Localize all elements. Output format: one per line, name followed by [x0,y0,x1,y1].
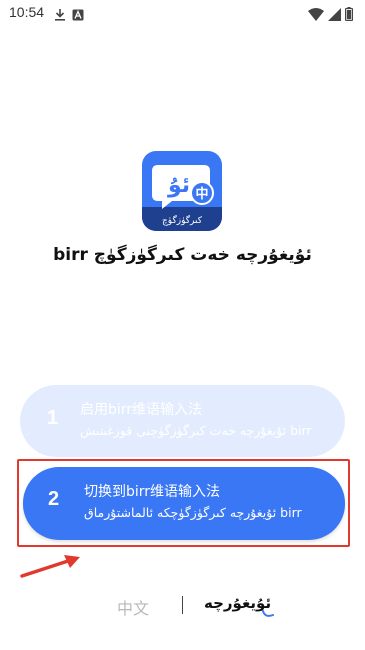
pointer-arrow-icon [20,553,82,583]
step-title: 启用birr维语输入法 [80,402,203,418]
app-logo: ئۇ 中 كىرگۈزگۈچ [142,151,222,231]
status-time: 10:54 [9,4,45,20]
language-switch: 中文 ئۇيغۇرچە [0,592,365,622]
highlight-box [17,459,350,547]
step-enable-input-method-button[interactable]: 1 启用birr维语输入法 ئۇيغۇرچە خەت كىرگۈزگۈچنى ق… [20,385,345,457]
wifi-icon [308,6,324,25]
signal-icon [328,6,341,25]
step-subtitle: ئۇيغۇرچە خەت كىرگۈزگۈچنى قوزغىتىش birr [80,423,312,438]
selected-indicator-icon [262,604,274,623]
notification-a-icon [72,6,84,25]
logo-glyph: ئۇ [167,173,190,198]
status-bar: 10:54 [0,0,365,26]
step-number: 1 [47,407,59,429]
status-right-icons [308,6,354,25]
status-left-icons [54,6,84,25]
battery-icon [344,6,354,25]
language-divider [182,596,183,614]
app-name: ئۇيغۇرچە خەت كىرگۈزگۈچ birr [53,245,312,265]
logo-caption: كىرگۈزگۈچ [162,214,203,226]
language-chinese-option[interactable]: 中文 [117,595,149,619]
download-icon [54,6,66,25]
logo-badge: 中 [195,186,208,202]
